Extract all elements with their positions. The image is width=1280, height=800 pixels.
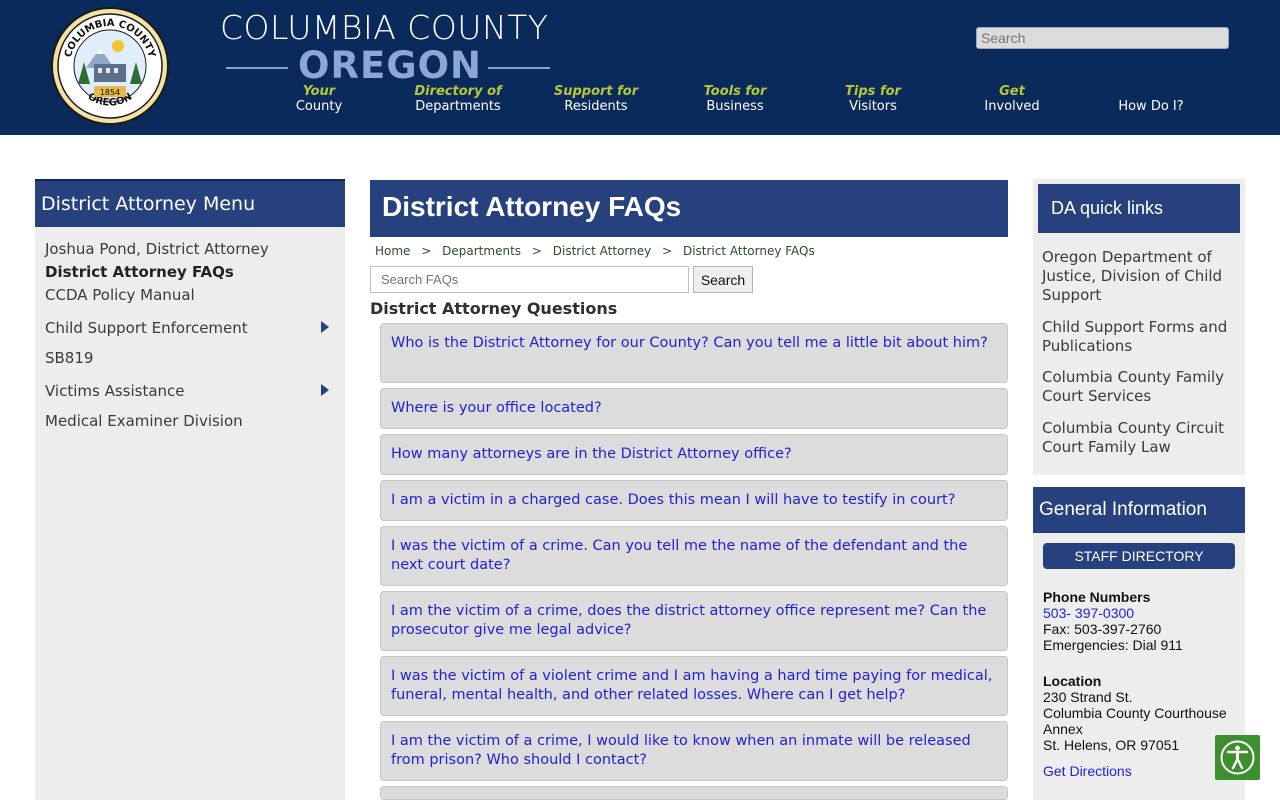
address-line: 230 Strand St. <box>1043 689 1133 705</box>
left-menu-title: District Attorney Menu <box>35 179 345 227</box>
breadcrumb-separator: > <box>421 244 432 258</box>
quick-link-family-court[interactable]: Columbia County Family Court Services <box>1042 368 1237 406</box>
address-line: Columbia County Courthouse <box>1043 705 1227 721</box>
nav-label-top: Your <box>302 84 336 99</box>
faq-search-input[interactable] <box>370 266 689 293</box>
faq-question[interactable]: Where is your office located? <box>380 388 1008 429</box>
staff-directory-button[interactable]: STAFF DIRECTORY <box>1043 543 1235 569</box>
phone-link[interactable]: 503- 397-0300 <box>1043 605 1134 621</box>
left-item-child-support[interactable]: Child Support Enforcement <box>45 319 248 337</box>
expand-arrow-icon[interactable] <box>321 321 329 333</box>
brand-state: OREGON <box>298 44 483 87</box>
faq-question[interactable]: I was the victim of a crime. Can you tel… <box>380 526 1008 586</box>
nav-label-bottom: How Do I? <box>1118 99 1184 114</box>
accessibility-icon <box>1220 740 1255 775</box>
breadcrumb: Home > Departments > District Attorney >… <box>375 244 822 258</box>
get-directions-link[interactable]: Get Directions <box>1043 763 1132 779</box>
page-title: District Attorney FAQs <box>370 180 1008 237</box>
questions-heading: District Attorney Questions <box>370 299 618 318</box>
nav-directory[interactable]: Directory of Departments <box>393 84 523 115</box>
nav-business[interactable]: Tools for Business <box>670 84 800 115</box>
address-line: Annex <box>1043 721 1083 737</box>
nav-label-bottom: Business <box>706 99 764 114</box>
expand-arrow-icon[interactable] <box>321 384 329 396</box>
faq-question[interactable]: Who is the District Attorney for our Cou… <box>380 323 1008 383</box>
nav-how-do-i[interactable]: How Do I? <box>1086 84 1216 115</box>
faq-question[interactable]: I was the victim of a violent crime and … <box>380 656 1008 716</box>
nav-visitors[interactable]: Tips for Visitors <box>808 84 938 115</box>
site-search-input[interactable] <box>976 27 1229 49</box>
left-menu: Joshua Pond, District Attorney District … <box>35 227 345 442</box>
nav-label-bottom: Involved <box>984 99 1040 114</box>
quick-link-doj-child-support[interactable]: Oregon Department of Justice, Division o… <box>1042 248 1237 305</box>
nav-label-top: Tools for <box>703 84 767 99</box>
nav-label-bottom: Residents <box>564 99 628 114</box>
nav-label-bottom: County <box>295 99 343 114</box>
faq-search-button[interactable]: Search <box>693 266 753 293</box>
main-nav: Your County Directory of Departments Sup… <box>0 84 1280 124</box>
left-item-victims-assistance[interactable]: Victims Assistance <box>45 382 185 400</box>
nav-label-top: Directory of <box>414 84 502 99</box>
left-item-sb819[interactable]: SB819 <box>45 349 93 367</box>
nav-label-bottom: Visitors <box>849 99 897 114</box>
emergency-number: Emergencies: Dial 911 <box>1043 637 1183 653</box>
breadcrumb-district-attorney[interactable]: District Attorney <box>553 244 651 258</box>
brand-subtitle[interactable]: OREGON <box>226 44 550 88</box>
nav-residents[interactable]: Support for Residents <box>531 84 661 115</box>
address-line: St. Helens, OR 97051 <box>1043 737 1180 753</box>
brand-rule-right <box>488 67 550 69</box>
faq-question[interactable]: I am the victim of a crime, does the dis… <box>380 591 1008 651</box>
site-header: COLUMBIA COUNTY OREGON 1854 COLUMBIA COU… <box>0 0 1280 135</box>
nav-your-county[interactable]: Your County <box>254 84 384 115</box>
nav-label-top: Tips for <box>845 84 901 99</box>
brand-rule-left <box>226 67 288 69</box>
faq-question[interactable]: I am a victim in a charged case. Does th… <box>380 480 1008 521</box>
nav-label-bottom: Departments <box>415 99 501 114</box>
left-item-medical-examiner[interactable]: Medical Examiner Division <box>45 412 243 430</box>
general-info-title: General Information <box>1033 487 1245 533</box>
quick-link-forms[interactable]: Child Support Forms and Publications <box>1042 318 1237 356</box>
quick-link-circuit-court[interactable]: Columbia County Circuit Court Family Law <box>1042 419 1237 457</box>
location-heading: Location <box>1043 673 1102 689</box>
breadcrumb-separator: > <box>531 244 542 258</box>
faq-question[interactable]: How many attorneys are in the District A… <box>380 434 1008 475</box>
breadcrumb-departments[interactable]: Departments <box>442 244 521 258</box>
brand-title[interactable]: COLUMBIA COUNTY <box>220 8 548 47</box>
nav-get-involved[interactable]: Get Involved <box>947 84 1077 115</box>
breadcrumb-home[interactable]: Home <box>375 244 410 258</box>
left-item-da-faqs[interactable]: District Attorney FAQs <box>45 263 234 281</box>
left-item-joshua-pond[interactable]: Joshua Pond, District Attorney <box>45 240 269 258</box>
accessibility-button[interactable] <box>1215 735 1260 780</box>
breadcrumb-separator: > <box>662 244 673 258</box>
nav-label-top: Get <box>999 84 1025 99</box>
fax-number: Fax: 503-397-2760 <box>1043 621 1162 637</box>
phone-heading: Phone Numbers <box>1043 589 1151 605</box>
faq-question[interactable]: I am the victim of a crime, I would like… <box>380 721 1008 781</box>
faq-question-partial[interactable] <box>380 786 1008 800</box>
nav-label-top: Support for <box>553 84 639 99</box>
quick-links-title: DA quick links <box>1038 184 1240 233</box>
left-item-ccda-policy[interactable]: CCDA Policy Manual <box>45 286 195 304</box>
breadcrumb-current: District Attorney FAQs <box>682 244 815 258</box>
